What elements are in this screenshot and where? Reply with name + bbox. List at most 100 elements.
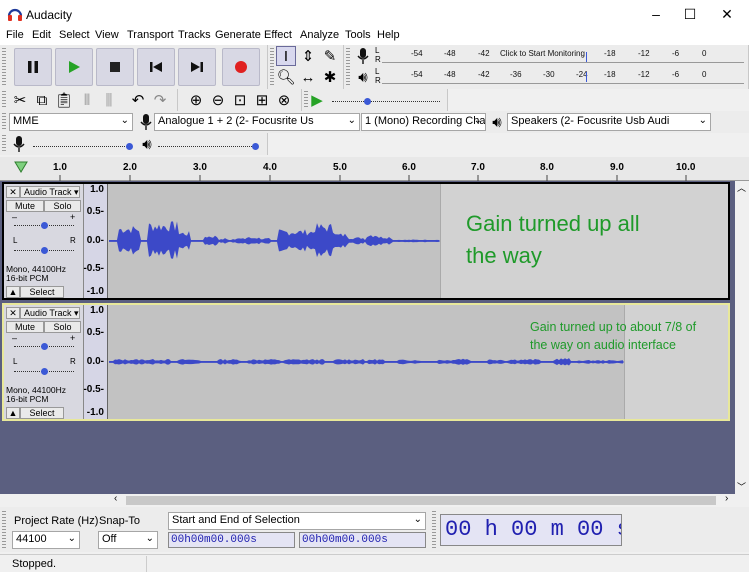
audio-position-display[interactable]: 00 h 00 m 00 s bbox=[440, 514, 622, 546]
audio-track-1[interactable]: ✕ Audio Track ▾ Mute Solo – + L R Mono, … bbox=[2, 182, 730, 300]
recording-volume-thumb[interactable] bbox=[126, 143, 133, 150]
mute-button[interactable]: Mute bbox=[6, 321, 44, 333]
timeline-ruler[interactable]: 1.0 2.0 3.0 4.0 5.0 6.0 7.0 8.0 9.0 10.0 bbox=[0, 157, 749, 181]
horizontal-scrollbar[interactable]: ‹ › bbox=[0, 493, 735, 507]
toolbar-grip[interactable] bbox=[2, 48, 6, 86]
waveform[interactable] bbox=[109, 184, 440, 298]
audacity-window: Audacity – ☐ ✕ File Edit Select View Tra… bbox=[0, 0, 749, 572]
redo-icon[interactable]: ↷ bbox=[150, 90, 170, 110]
selection-tool-icon[interactable]: I bbox=[276, 46, 296, 66]
stop-button[interactable] bbox=[96, 48, 134, 86]
play-at-speed-icon[interactable]: ▶ bbox=[307, 90, 327, 110]
chevron-down-icon: ⌄ bbox=[67, 533, 76, 544]
selection-end-time[interactable]: 00h00m00.000s bbox=[299, 532, 426, 548]
pause-button[interactable] bbox=[14, 48, 52, 86]
record-button[interactable] bbox=[222, 48, 260, 86]
copy-icon[interactable]: ⧉ bbox=[32, 90, 52, 110]
pan-slider-thumb[interactable] bbox=[41, 368, 48, 375]
menu-help[interactable]: Help bbox=[377, 29, 400, 41]
trim-audio-icon[interactable]: ⫴ bbox=[77, 90, 97, 110]
track-menu-button[interactable]: Audio Track ▾ bbox=[20, 307, 80, 319]
close-button[interactable]: ✕ bbox=[704, 0, 749, 28]
vertical-scale[interactable]: 1.0 0.5- 0.0- -0.5- -1.0 bbox=[83, 305, 108, 419]
toolbar-grip[interactable] bbox=[2, 91, 6, 109]
mute-button[interactable]: Mute bbox=[6, 200, 44, 212]
paste-icon[interactable]: 📋︎ bbox=[54, 90, 74, 110]
audio-track-2[interactable]: ✕ Audio Track ▾ Mute Solo – + L R Mono, … bbox=[2, 303, 730, 421]
toolbar-grip[interactable] bbox=[270, 48, 274, 86]
vertical-scrollbar[interactable]: ︿ ﹀ bbox=[735, 181, 749, 494]
menu-edit[interactable]: Edit bbox=[32, 29, 51, 41]
scroll-left-icon[interactable]: ‹ bbox=[114, 493, 117, 504]
fit-selection-icon[interactable]: ⊡ bbox=[230, 90, 250, 110]
menu-file[interactable]: File bbox=[6, 29, 24, 41]
playback-volume-slider[interactable] bbox=[158, 146, 256, 147]
timeshift-tool-icon[interactable]: ↔ bbox=[298, 67, 318, 87]
scroll-right-icon[interactable]: › bbox=[725, 493, 728, 504]
envelope-tool-icon[interactable]: ⇕ bbox=[298, 46, 318, 66]
menu-select[interactable]: Select bbox=[59, 29, 90, 41]
cut-icon[interactable]: ✂ bbox=[10, 90, 30, 110]
draw-tool-icon[interactable]: ✎ bbox=[320, 46, 340, 66]
solo-button[interactable]: Solo bbox=[44, 200, 81, 212]
zoom-toggle-icon[interactable]: ⊗ bbox=[274, 90, 294, 110]
track-menu-button[interactable]: Audio Track ▾ bbox=[20, 186, 80, 198]
gain-slider-thumb[interactable] bbox=[41, 222, 48, 229]
select-track-button[interactable]: Select bbox=[20, 286, 64, 298]
play-button[interactable] bbox=[55, 48, 93, 86]
menu-effect[interactable]: Effect bbox=[264, 29, 292, 41]
select-track-button[interactable]: Select bbox=[20, 407, 64, 419]
zoom-out-icon[interactable]: ⊖ bbox=[208, 90, 228, 110]
playback-volume-thumb[interactable] bbox=[252, 143, 259, 150]
gain-slider-thumb[interactable] bbox=[41, 343, 48, 350]
toolbar-grip[interactable] bbox=[2, 135, 6, 153]
scroll-down-icon[interactable]: ﹀ bbox=[737, 480, 746, 493]
solo-button[interactable]: Solo bbox=[44, 321, 81, 333]
menu-transport[interactable]: Transport bbox=[127, 29, 174, 41]
playback-meter[interactable]: -54 -48 -42 -36 -30 -24 -18 -12 -6 0 bbox=[382, 68, 744, 84]
menu-tracks[interactable]: Tracks bbox=[178, 29, 211, 41]
fit-project-icon[interactable]: ⊞ bbox=[252, 90, 272, 110]
collapse-track-icon[interactable]: ▲ bbox=[6, 286, 20, 298]
menu-view[interactable]: View bbox=[95, 29, 119, 41]
skip-to-end-button[interactable] bbox=[178, 48, 216, 86]
menu-generate[interactable]: Generate bbox=[215, 29, 261, 41]
project-rate-select[interactable]: 44100 ⌄ bbox=[12, 531, 80, 549]
track-close-button[interactable]: ✕ bbox=[6, 307, 20, 319]
recording-channels-select[interactable]: 1 (Mono) Recording Char ⌄ bbox=[361, 113, 486, 131]
toolbar-grip[interactable] bbox=[346, 48, 350, 86]
pan-slider-thumb[interactable] bbox=[41, 247, 48, 254]
speaker-icon[interactable]: 🔊︎ bbox=[353, 67, 373, 87]
collapse-track-icon[interactable]: ▲ bbox=[6, 407, 20, 419]
snap-to-select[interactable]: Off ⌄ bbox=[98, 531, 158, 549]
playback-device-select[interactable]: Speakers (2- Focusrite Usb Audi ⌄ bbox=[507, 113, 711, 131]
toolbar-grip[interactable] bbox=[2, 113, 6, 131]
record-meter[interactable]: -54 -48 -42 Click to Start Monitoring -1… bbox=[382, 47, 744, 63]
selection-mode-select[interactable]: Start and End of Selection ⌄ bbox=[168, 512, 426, 530]
playhead-icon[interactable] bbox=[14, 161, 28, 173]
menu-tools[interactable]: Tools bbox=[345, 29, 371, 41]
scroll-thumb[interactable] bbox=[126, 496, 716, 505]
vertical-scale[interactable]: 1.0 0.5- 0.0- -0.5- -1.0 bbox=[83, 184, 108, 298]
undo-icon[interactable]: ↶ bbox=[128, 90, 148, 110]
multi-tool-icon[interactable]: ✱ bbox=[320, 67, 340, 87]
selection-start-time[interactable]: 00h00m00.000s bbox=[168, 532, 295, 548]
audacity-logo-icon bbox=[7, 8, 23, 21]
recording-volume-slider[interactable] bbox=[33, 146, 131, 147]
audio-host-select[interactable]: MME ⌄ bbox=[9, 113, 133, 131]
skip-to-start-button[interactable] bbox=[137, 48, 175, 86]
zoom-tool-icon[interactable]: 🔍︎ bbox=[276, 67, 296, 87]
speed-slider[interactable] bbox=[332, 101, 440, 102]
microphone-icon[interactable] bbox=[353, 46, 373, 66]
toolbar-grip[interactable] bbox=[2, 511, 6, 549]
toolbar-grip[interactable] bbox=[432, 511, 436, 549]
record-meter-channel-r: R bbox=[375, 55, 381, 64]
menu-analyze[interactable]: Analyze bbox=[300, 29, 339, 41]
track-close-button[interactable]: ✕ bbox=[6, 186, 20, 198]
silence-audio-icon[interactable]: ⫼ bbox=[99, 90, 119, 110]
playback-device-value: Speakers (2- Focusrite Usb Audi bbox=[511, 115, 670, 127]
recording-device-select[interactable]: Analogue 1 + 2 (2- Focusrite Us ⌄ bbox=[154, 113, 360, 131]
scroll-up-icon[interactable]: ︿ bbox=[737, 181, 746, 194]
zoom-in-icon[interactable]: ⊕ bbox=[186, 90, 206, 110]
speed-slider-thumb[interactable] bbox=[364, 98, 371, 105]
